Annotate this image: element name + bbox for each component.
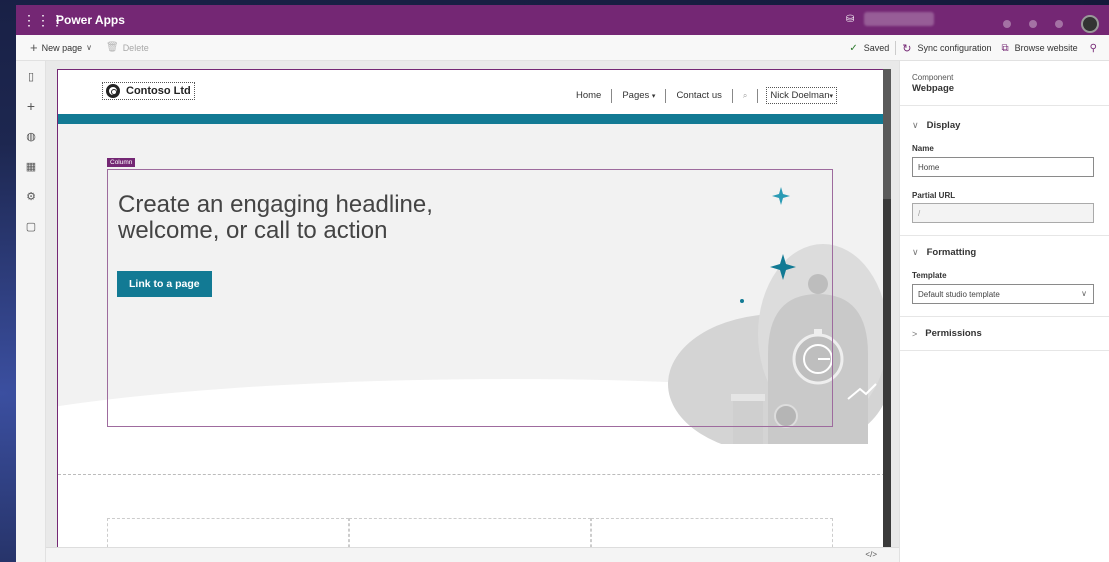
name-label: Name [912,144,934,153]
new-page-button[interactable]: + New page ∨ [30,40,92,55]
delete-label: Delete [122,42,149,53]
add-icon[interactable]: + [16,91,46,121]
app-frame: ⋮⋮⋮ Power Apps ⛁ + New page ∨ 🗑 Delete ✓… [0,0,1109,562]
waffle-icon[interactable]: ⋮⋮⋮ [22,12,64,29]
contoso-logo-icon [106,84,120,98]
canvas-bottom-bar: </> [46,547,899,562]
plus-icon: + [30,40,38,55]
site-logo[interactable]: Contoso Ltd [102,82,195,100]
content-card[interactable] [107,518,349,548]
user-menu[interactable]: Nick Doelman▾ [766,87,837,104]
panel-divider [900,105,1109,106]
content-card[interactable] [349,518,591,548]
canvas-scroll-thumb[interactable] [883,69,891,199]
nav-pages-link[interactable]: Pages ▾ [612,90,665,101]
copilot-icon[interactable]: ⚲ [1090,43,1097,54]
code-view-button[interactable]: </> [865,550,877,559]
template-select[interactable]: Default studio template ∨ [912,284,1094,304]
link-to-page-button[interactable]: Link to a page [117,271,212,297]
delete-button[interactable]: 🗑 Delete [106,42,149,53]
sync-configuration-button[interactable]: Sync configuration [917,43,991,53]
nav-pages-label: Pages [622,90,650,101]
help-icon[interactable] [1055,20,1063,28]
chevron-down-icon: ∨ [912,120,919,130]
formatting-section-toggle[interactable]: ∨ Formatting [912,247,976,258]
header-stripe [58,114,883,124]
design-canvas: Contoso Ltd Home Pages ▾ Contact us ⌕ Ni… [46,61,899,562]
section-divider [58,474,883,475]
notifications-icon[interactable] [1003,20,1011,28]
webpage-preview[interactable]: Contoso Ltd Home Pages ▾ Contact us ⌕ Ni… [57,69,884,549]
display-section-label: Display [926,120,961,131]
trash-icon: 🗑 [105,42,119,53]
partial-url-field[interactable]: / [912,203,1094,223]
nav-contact-link[interactable]: Contact us [666,90,731,101]
site-nav: Home Pages ▾ Contact us ⌕ Nick Doelman▾ [566,87,837,104]
properties-panel: Component Webpage ∨ Display Name Home Pa… [899,61,1109,562]
hero-section[interactable]: Column Create an engaging headline, welc… [58,124,883,474]
formatting-section-label: Formatting [926,247,977,258]
browse-website-button[interactable]: Browse website [1015,43,1078,53]
chevron-right-icon: > [912,328,918,339]
environment-icon[interactable]: ⛁ [846,14,854,25]
top-bar-icons [1003,15,1099,33]
settings-icon[interactable] [1029,20,1037,28]
content-card[interactable] [591,518,833,548]
new-page-label: New page [41,42,83,53]
styling-icon[interactable]: ◍ [16,121,46,151]
site-header: Contoso Ltd Home Pages ▾ Contact us ⌕ Ni… [58,70,883,114]
permissions-section-toggle[interactable]: > Permissions [912,328,982,339]
component-label: Component [912,73,954,82]
panel-divider [900,235,1109,236]
name-field[interactable]: Home [912,157,1094,177]
search-icon[interactable]: ⌕ [733,91,757,101]
template-value: Default studio template [918,290,1000,299]
partial-url-label: Partial URL [912,191,956,200]
caret-down-icon: ▾ [829,93,833,100]
chevron-down-icon: ∨ [1081,289,1087,298]
security-icon[interactable]: ▢ [16,211,46,241]
permissions-section-label: Permissions [925,328,982,339]
panel-divider [900,350,1109,351]
data-icon[interactable]: ▦ [16,151,46,181]
command-bar: + New page ∨ 🗑 Delete ✓ Saved ↻ Sync con… [16,35,1109,61]
setup-icon[interactable]: ⚙ [16,181,46,211]
panel-divider [900,316,1109,317]
user-name: Nick Doelman [770,90,830,101]
hero-headline[interactable]: Create an engaging headline, welcome, or… [118,191,538,245]
display-section-toggle[interactable]: ∨ Display [912,120,960,131]
browse-icon: ⧉ [1001,42,1009,54]
pages-icon[interactable]: ▯ [16,61,46,91]
chevron-down-icon: ∨ [86,43,92,52]
saved-status: Saved [863,43,890,53]
check-icon: ✓ [849,42,858,54]
top-bar: ⋮⋮⋮ Power Apps [16,5,1109,35]
column-tag[interactable]: Column [107,158,136,167]
chevron-down-icon: ∨ [912,247,919,257]
environment-name[interactable] [864,12,934,26]
nav-divider [757,88,759,103]
template-label: Template [912,271,947,280]
logo-text: Contoso Ltd [126,85,191,97]
caret-down-icon: ▾ [651,93,656,100]
nav-home-link[interactable]: Home [566,90,611,101]
app-name: Power Apps [56,13,125,27]
component-name: Webpage [912,83,955,94]
divider [895,41,897,55]
command-bar-right: ✓ Saved ↻ Sync configuration ⧉ Browse we… [849,35,1097,61]
avatar[interactable] [1081,15,1099,33]
sync-icon: ↻ [902,42,912,55]
left-rail: ▯ + ◍ ▦ ⚙ ▢ [16,61,46,562]
